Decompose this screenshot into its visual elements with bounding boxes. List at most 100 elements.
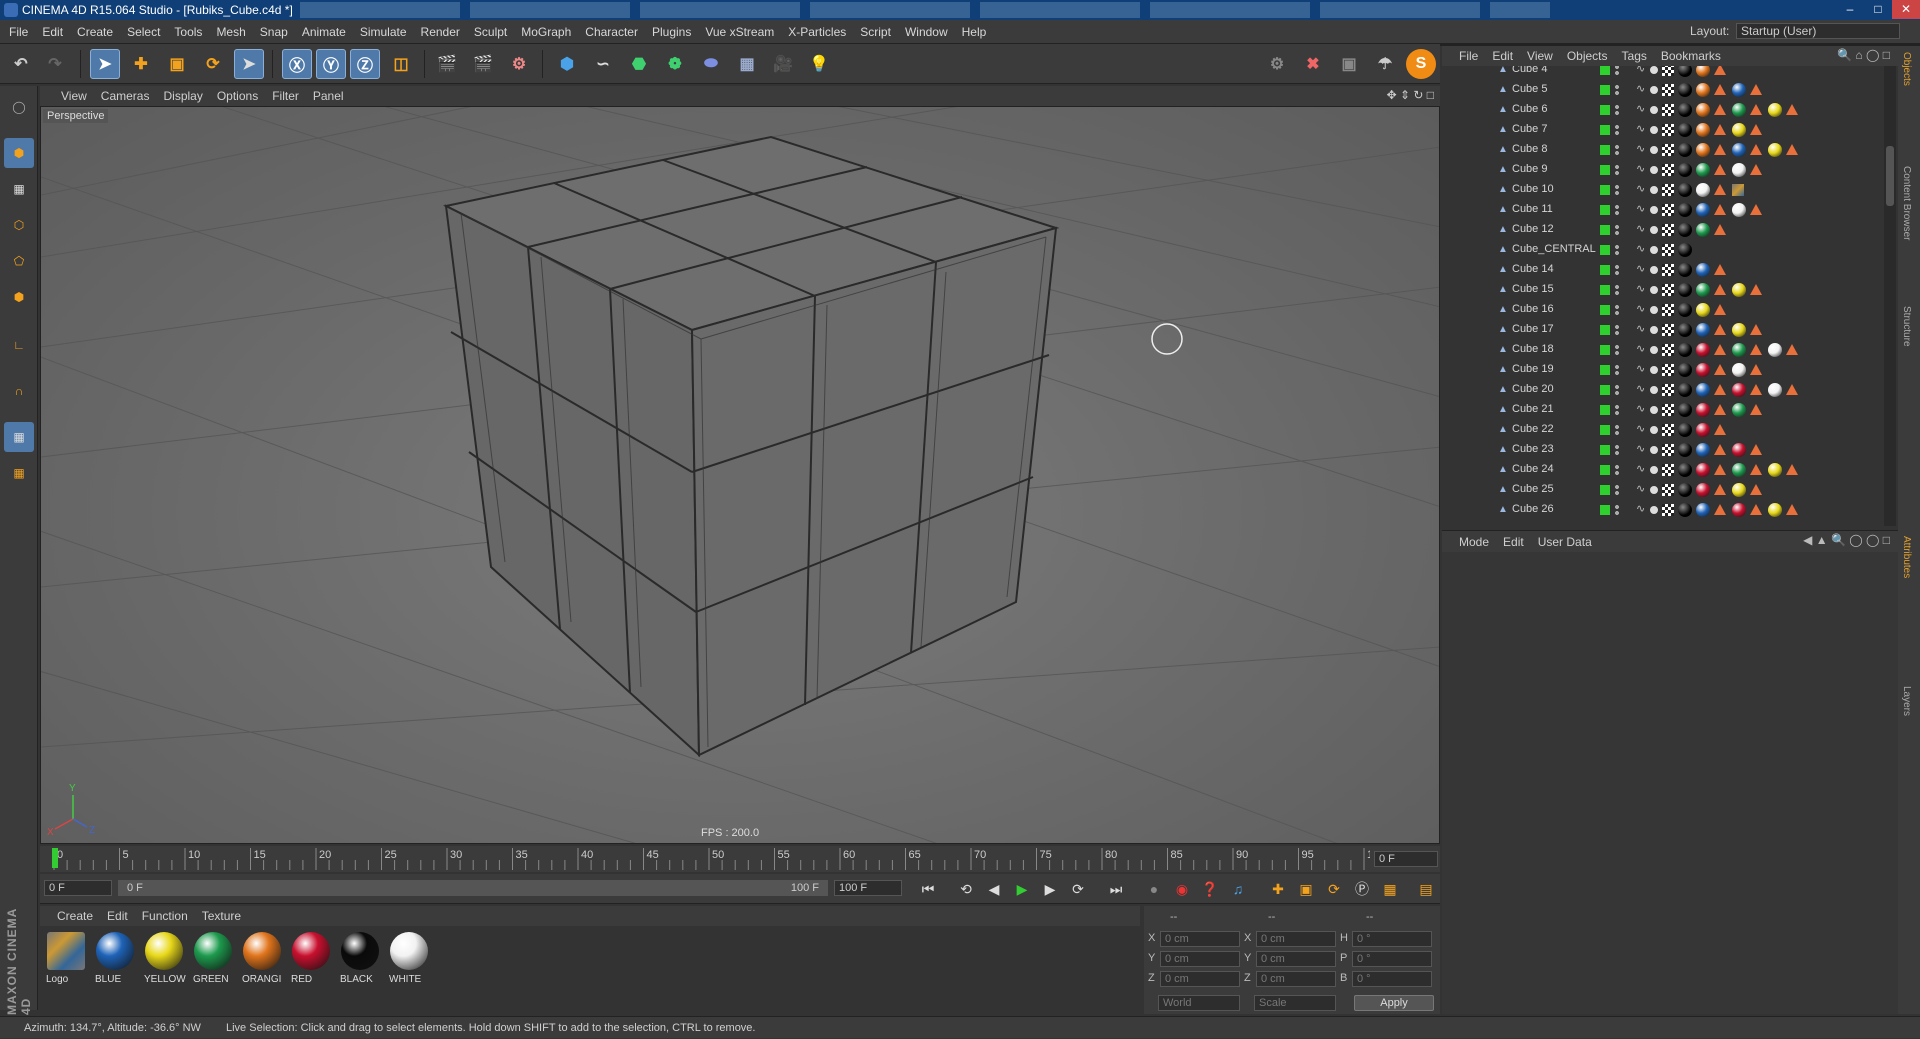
- live-selection-icon[interactable]: ➤: [90, 49, 120, 79]
- scale-icon[interactable]: ▣: [162, 49, 192, 79]
- object-list[interactable]: ▲ Cube 4 ∿ ▲ Cube 5 ∿ ▲ Cube 6 ∿ ▲ Cube 7 ∿ ▲ Cube 8 ∿…: [1442, 66, 1898, 526]
- selection-tag-icon[interactable]: [1786, 144, 1798, 155]
- selection-tag-icon[interactable]: [1750, 204, 1762, 215]
- layer-color-swatch[interactable]: [1600, 485, 1610, 495]
- object-row[interactable]: ▲ Cube 26 ∿: [1442, 500, 1882, 520]
- array-generator-icon[interactable]: ❁: [660, 49, 690, 79]
- viewport-menu-cameras[interactable]: Cameras: [94, 86, 157, 106]
- viewport-menu-filter[interactable]: Filter: [265, 86, 306, 106]
- bullet-tag-icon[interactable]: [1650, 126, 1658, 134]
- menu-x-particles[interactable]: X-Particles: [781, 20, 853, 44]
- phong-tag-icon[interactable]: ∿: [1636, 362, 1646, 378]
- plugin-xparticles-icon[interactable]: ✖: [1298, 49, 1328, 79]
- go-to-end-icon[interactable]: ⏭: [1104, 878, 1128, 900]
- object-row[interactable]: ▲ Cube 18 ∿: [1442, 340, 1882, 360]
- material-tag-white[interactable]: [1732, 163, 1746, 177]
- material-tag-blue[interactable]: [1696, 263, 1710, 277]
- visibility-dots[interactable]: [1614, 184, 1620, 196]
- selection-tag-icon[interactable]: [1714, 324, 1726, 335]
- object-row[interactable]: ▲ Cube 17 ∿: [1442, 320, 1882, 340]
- go-to-start-icon[interactable]: ⏮: [916, 878, 940, 900]
- phong-tag-icon[interactable]: ∿: [1636, 242, 1646, 258]
- snap-magnet-icon[interactable]: ∩: [4, 376, 34, 406]
- coord-value-field[interactable]: 0 cm: [1160, 951, 1240, 967]
- selection-tag-icon[interactable]: [1714, 104, 1726, 115]
- phong-tag-icon[interactable]: ∿: [1636, 102, 1646, 118]
- material-tag-logo[interactable]: [1732, 184, 1744, 196]
- next-key-icon[interactable]: ⟳: [1066, 878, 1090, 900]
- material-tag-black[interactable]: [1678, 463, 1692, 477]
- material-tag-black[interactable]: [1678, 303, 1692, 317]
- x-axis-lock-icon[interactable]: Ⓧ: [282, 49, 312, 79]
- phong-tag-icon[interactable]: ∿: [1636, 462, 1646, 478]
- render-settings-icon[interactable]: ⚙: [504, 49, 534, 79]
- coordinate-system-icon[interactable]: ◫: [386, 49, 416, 79]
- uvw-tag-icon[interactable]: [1662, 144, 1674, 156]
- layer-color-swatch[interactable]: [1600, 385, 1610, 395]
- bullet-tag-icon[interactable]: [1650, 466, 1658, 474]
- selection-tag-icon[interactable]: [1714, 264, 1726, 275]
- workplane-icon[interactable]: ▦: [4, 422, 34, 452]
- material-tag-red[interactable]: [1696, 343, 1710, 357]
- previous-frame-icon[interactable]: ◀: [982, 878, 1006, 900]
- material-tag-red[interactable]: [1732, 443, 1746, 457]
- coord-value-field[interactable]: 0 °: [1352, 951, 1432, 967]
- selection-tag-icon[interactable]: [1750, 464, 1762, 475]
- material-tag-orange[interactable]: [1696, 66, 1710, 77]
- coord-value-field[interactable]: 0 cm: [1256, 971, 1336, 987]
- object-row[interactable]: ▲ Cube 22 ∿: [1442, 420, 1882, 440]
- object-row[interactable]: ▲ Cube 6 ∿: [1442, 100, 1882, 120]
- material-white[interactable]: WHITE: [387, 930, 431, 988]
- visibility-dots[interactable]: [1614, 66, 1620, 76]
- phong-tag-icon[interactable]: ∿: [1636, 302, 1646, 318]
- bullet-tag-icon[interactable]: [1650, 206, 1658, 214]
- visibility-dots[interactable]: [1614, 344, 1620, 356]
- material-tag-yellow[interactable]: [1732, 483, 1746, 497]
- material-tag-blue[interactable]: [1732, 143, 1746, 157]
- layer-color-swatch[interactable]: [1600, 505, 1610, 515]
- material-tag-black[interactable]: [1678, 203, 1692, 217]
- bullet-tag-icon[interactable]: [1650, 106, 1658, 114]
- visibility-dots[interactable]: [1614, 204, 1620, 216]
- phong-tag-icon[interactable]: ∿: [1636, 442, 1646, 458]
- uvw-tag-icon[interactable]: [1662, 84, 1674, 96]
- spline-pen-icon[interactable]: ∽: [588, 49, 618, 79]
- timeline-ruler[interactable]: 0510152025303540455055606570758085909510…: [40, 846, 1440, 872]
- object-row[interactable]: ▲ Cube 16 ∿: [1442, 300, 1882, 320]
- layer-color-swatch[interactable]: [1600, 165, 1610, 175]
- object-row[interactable]: ▲ Cube 21 ∿: [1442, 400, 1882, 420]
- visibility-dots[interactable]: [1614, 104, 1620, 116]
- object-menu-tags[interactable]: Tags: [1615, 46, 1654, 66]
- phong-tag-icon[interactable]: ∿: [1636, 142, 1646, 158]
- camera-icon[interactable]: 🎥: [768, 49, 798, 79]
- bullet-tag-icon[interactable]: [1650, 486, 1658, 494]
- bullet-tag-icon[interactable]: [1650, 306, 1658, 314]
- material-tag-yellow[interactable]: [1768, 143, 1782, 157]
- layer-color-swatch[interactable]: [1600, 425, 1610, 435]
- phong-tag-icon[interactable]: ∿: [1636, 262, 1646, 278]
- material-menu-texture[interactable]: Texture: [195, 906, 248, 926]
- coord-value-field[interactable]: 0 °: [1352, 971, 1432, 987]
- object-row[interactable]: ▲ Cube 14 ∿: [1442, 260, 1882, 280]
- keyframe-selection-icon[interactable]: ❓: [1198, 878, 1222, 900]
- selection-tag-icon[interactable]: [1750, 344, 1762, 355]
- bullet-tag-icon[interactable]: [1650, 326, 1658, 334]
- material-blue[interactable]: BLUE: [93, 930, 137, 988]
- vue-xstream-icon[interactable]: ☂: [1370, 49, 1400, 79]
- selection-tag-icon[interactable]: [1750, 124, 1762, 135]
- selection-tag-icon[interactable]: [1714, 66, 1726, 75]
- object-row[interactable]: ▲ Cube 11 ∿: [1442, 200, 1882, 220]
- selection-tag-icon[interactable]: [1714, 444, 1726, 455]
- material-tag-green[interactable]: [1732, 463, 1746, 477]
- bullet-tag-icon[interactable]: [1650, 266, 1658, 274]
- attribute-nav-icons[interactable]: ◀ ▲ 🔍 ◯ ◯ □: [1803, 533, 1890, 547]
- selection-tag-icon[interactable]: [1786, 464, 1798, 475]
- selection-tag-icon[interactable]: [1714, 364, 1726, 375]
- phong-tag-icon[interactable]: ∿: [1636, 162, 1646, 178]
- selection-tag-icon[interactable]: [1714, 404, 1726, 415]
- material-tag-yellow[interactable]: [1732, 283, 1746, 297]
- layer-color-swatch[interactable]: [1600, 285, 1610, 295]
- selection-tag-icon[interactable]: [1750, 104, 1762, 115]
- key-parameter-icon[interactable]: Ⓟ: [1350, 878, 1374, 900]
- apply-button[interactable]: Apply: [1354, 995, 1434, 1011]
